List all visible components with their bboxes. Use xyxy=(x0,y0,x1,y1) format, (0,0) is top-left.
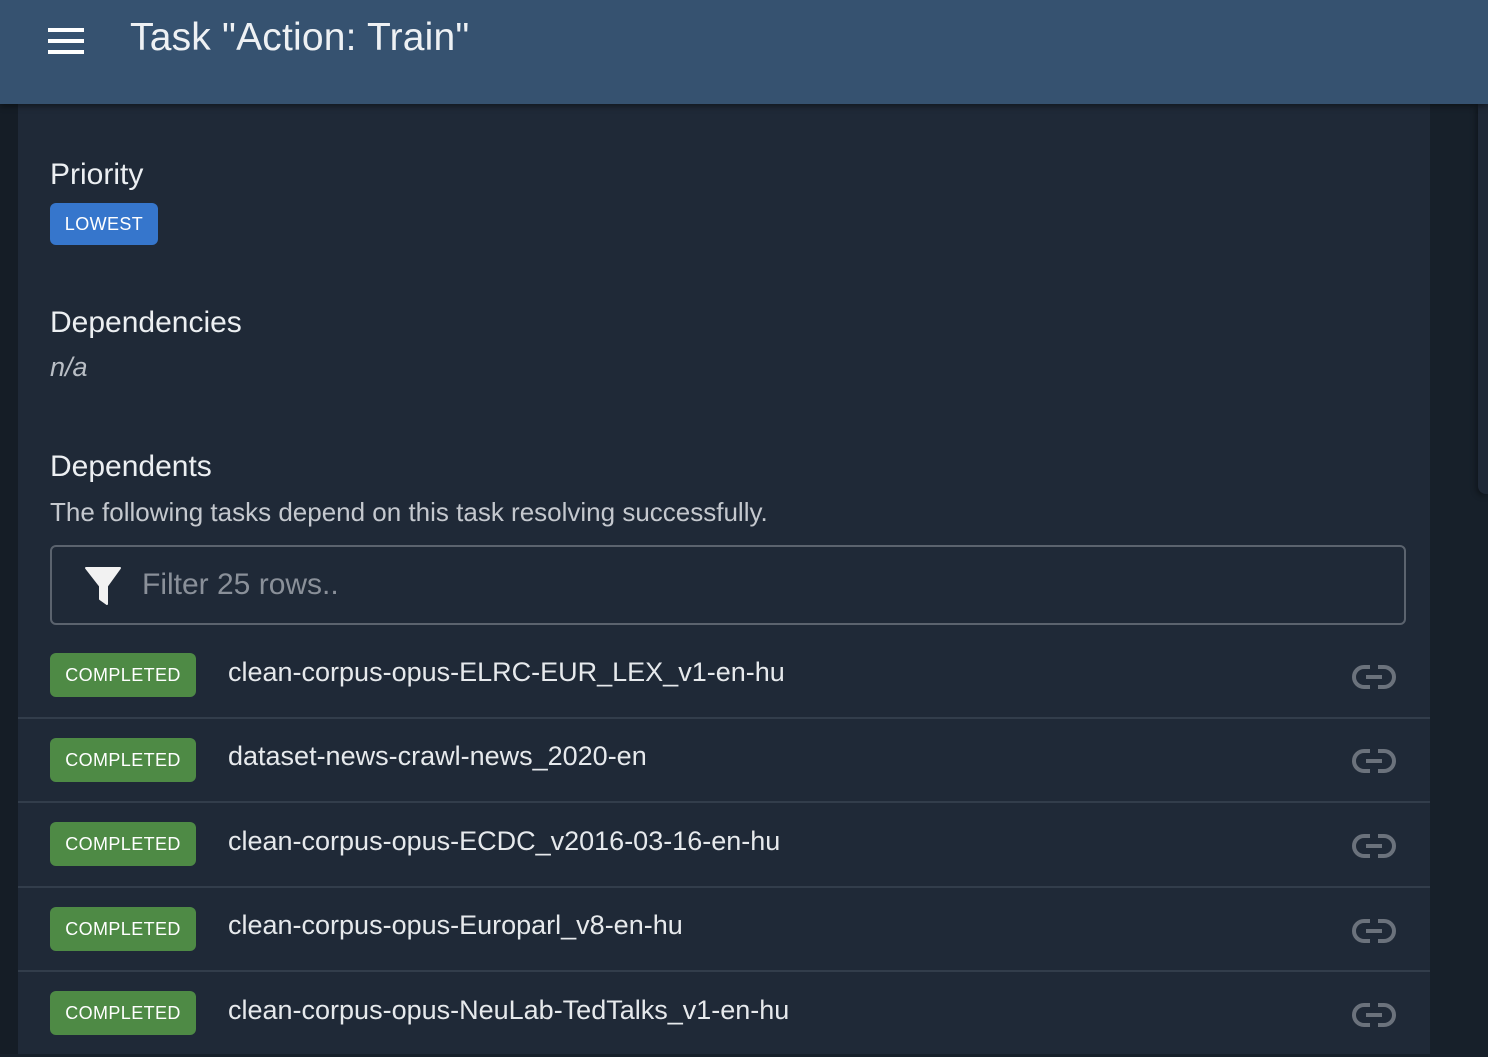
priority-badge: LOWEST xyxy=(50,203,158,245)
dependencies-value: n/a xyxy=(50,352,88,382)
dependencies-heading: Dependencies xyxy=(50,306,242,339)
page-title: Task "Action: Train" xyxy=(130,16,470,59)
dependents-heading: Dependents xyxy=(50,450,212,483)
dependent-task-name[interactable]: clean-corpus-opus-NeuLab-TedTalks_v1-en-… xyxy=(228,995,789,1026)
status-badge: COMPLETED xyxy=(50,653,196,697)
filter-funnel-icon xyxy=(85,567,121,605)
menu-line xyxy=(48,28,84,32)
dependent-task-name[interactable]: dataset-news-crawl-news_2020-en xyxy=(228,741,647,772)
link-icon[interactable] xyxy=(1352,663,1396,691)
priority-heading: Priority xyxy=(50,158,144,191)
hamburger-menu-icon[interactable] xyxy=(40,20,92,64)
status-badge: COMPLETED xyxy=(50,907,196,951)
link-icon[interactable] xyxy=(1352,917,1396,945)
dependent-task-name[interactable]: clean-corpus-opus-ELRC-EUR_LEX_v1-en-hu xyxy=(228,657,785,688)
dependent-row[interactable]: COMPLETED dataset-news-crawl-news_2020-e… xyxy=(18,719,1430,803)
dependent-row[interactable]: COMPLETED clean-corpus-opus-Europarl_v8-… xyxy=(18,888,1430,972)
status-badge: COMPLETED xyxy=(50,991,196,1035)
app-bar: Task "Action: Train" xyxy=(0,0,1488,104)
left-gutter xyxy=(0,104,18,1054)
status-badge: COMPLETED xyxy=(50,738,196,782)
dependent-row[interactable]: COMPLETED clean-corpus-opus-ECDC_v2016-0… xyxy=(18,804,1430,888)
dependent-task-name[interactable]: clean-corpus-opus-Europarl_v8-en-hu xyxy=(228,910,683,941)
filter-box xyxy=(50,545,1406,625)
scrollbar-thumb[interactable] xyxy=(1478,104,1488,494)
dependent-task-name[interactable]: clean-corpus-opus-ECDC_v2016-03-16-en-hu xyxy=(228,826,780,857)
link-icon[interactable] xyxy=(1352,832,1396,860)
dependent-row[interactable]: COMPLETED clean-corpus-opus-ELRC-EUR_LEX… xyxy=(18,635,1430,719)
menu-line xyxy=(48,50,84,54)
dependents-description: The following tasks depend on this task … xyxy=(50,497,768,527)
link-icon[interactable] xyxy=(1352,1001,1396,1029)
status-badge: COMPLETED xyxy=(50,822,196,866)
dependent-row[interactable]: COMPLETED clean-corpus-opus-NeuLab-TedTa… xyxy=(18,973,1430,1057)
link-icon[interactable] xyxy=(1352,747,1396,775)
filter-input[interactable] xyxy=(142,561,1382,609)
menu-line xyxy=(48,39,84,43)
